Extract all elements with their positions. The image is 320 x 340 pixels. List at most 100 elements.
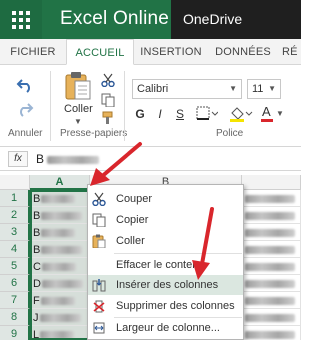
tab-home[interactable]: ACCUEIL [66, 39, 134, 65]
cell-text: J [33, 312, 39, 324]
cell-text: F [33, 295, 40, 307]
tab-file[interactable]: FICHIER [4, 39, 62, 65]
italic-button[interactable]: I [152, 105, 168, 123]
menu-item-label: Copier [116, 214, 149, 226]
row-header[interactable]: 9 [0, 326, 30, 340]
redacted-text [245, 212, 295, 221]
cell-text: C [33, 261, 41, 273]
group-divider [50, 71, 51, 141]
cell-c[interactable] [242, 258, 301, 275]
redacted-text [40, 297, 75, 306]
font-color-button[interactable]: A ▼ [260, 104, 286, 123]
borders-icon [196, 106, 219, 120]
row-header[interactable]: 4 [0, 241, 30, 258]
app-title[interactable]: Excel Online [60, 8, 169, 30]
tab-data[interactable]: DONNÉES [213, 39, 273, 65]
menu-item-insert-columns[interactable]: Insérer des colonnes [88, 275, 243, 295]
waffle-icon [12, 10, 30, 29]
select-all-corner[interactable] [0, 175, 30, 190]
insert-columns-icon [92, 279, 106, 292]
redacted-text [245, 263, 295, 272]
cell-a[interactable]: L [30, 326, 90, 340]
onedrive-link[interactable]: OneDrive [171, 0, 301, 39]
cell-c[interactable] [242, 190, 301, 207]
cell-a[interactable]: J [30, 309, 90, 326]
column-header-a[interactable]: A [30, 175, 90, 190]
cell-a[interactable]: B [30, 190, 90, 207]
undo-icon[interactable] [16, 77, 34, 93]
menu-item-label: Coller [116, 235, 145, 247]
cell-a[interactable]: B [30, 224, 90, 241]
redacted-text [245, 195, 295, 204]
cell-a[interactable]: B [30, 241, 90, 258]
bold-button[interactable]: G [132, 105, 148, 123]
cell-text: B [33, 244, 41, 256]
row-header[interactable]: 1 [0, 190, 30, 207]
menu-item-clear-contents[interactable]: Effacer le contenu [88, 255, 243, 275]
redacted-text [245, 246, 295, 255]
tab-insert[interactable]: INSERTION [138, 39, 204, 65]
row-header[interactable]: 5 [0, 258, 30, 275]
redacted-text [245, 229, 295, 238]
formula-value-prefix: B [36, 152, 45, 166]
menu-item-delete-columns[interactable]: Supprimer des colonnes [88, 296, 243, 316]
borders-button[interactable] [194, 105, 220, 123]
menu-item-paste[interactable]: Coller [88, 231, 243, 251]
cell-c[interactable] [242, 241, 301, 258]
formula-input[interactable]: B [36, 152, 100, 166]
row-header[interactable]: 7 [0, 292, 30, 309]
cell-text: B [33, 227, 41, 239]
insert-function-button[interactable]: fx [8, 151, 28, 167]
cell-text: D [33, 278, 41, 290]
redacted-text [47, 155, 100, 164]
font-name-select[interactable]: Calibri ▼ [132, 79, 242, 99]
cell-a[interactable]: C [30, 258, 90, 275]
font-group-label: Police [216, 128, 244, 139]
redacted-text [245, 314, 295, 323]
group-divider [124, 71, 125, 141]
row-header[interactable]: 2 [0, 207, 30, 224]
paste-button[interactable]: Coller [64, 103, 93, 115]
redacted-text [41, 229, 76, 238]
cell-text: B [33, 193, 41, 205]
menu-item-label: Largeur de colonne... [116, 322, 220, 334]
column-header-c[interactable] [242, 175, 301, 190]
menu-item-column-width[interactable]: Largeur de colonne... [88, 318, 243, 338]
app-launcher-button[interactable] [0, 0, 42, 39]
font-size-select[interactable]: 11 ▼ [247, 79, 281, 99]
cell-c[interactable] [242, 326, 301, 340]
context-menu: Couper Copier Coller Effacer le contenu … [87, 184, 244, 340]
ribbon: Annuler Coller ▼ Presse-papiers Calibri … [0, 65, 301, 147]
menu-item-copy[interactable]: Copier [88, 210, 243, 230]
tab-review[interactable]: RÉ [282, 39, 301, 65]
menu-item-label: Insérer des colonnes [116, 279, 219, 291]
menu-item-cut[interactable]: Couper [88, 189, 243, 209]
row-header[interactable]: 8 [0, 309, 30, 326]
cell-text: B [33, 210, 41, 222]
chevron-down-icon: ▼ [229, 84, 237, 93]
column-width-icon [93, 322, 105, 334]
cut-icon[interactable] [101, 73, 115, 87]
copy-icon[interactable] [101, 93, 115, 107]
cell-c[interactable] [242, 309, 301, 326]
paste-dropdown-icon[interactable]: ▼ [74, 117, 82, 126]
format-painter-icon[interactable] [101, 111, 115, 125]
cell-c[interactable] [242, 207, 301, 224]
paste-icon [92, 234, 106, 248]
cell-c[interactable] [242, 275, 301, 292]
copy-icon [92, 213, 106, 227]
redacted-text [41, 246, 83, 255]
paste-icon[interactable] [64, 71, 92, 101]
font-name-value: Calibri [137, 83, 169, 95]
cell-a[interactable]: F [30, 292, 90, 309]
row-header[interactable]: 3 [0, 224, 30, 241]
cell-a[interactable]: B [30, 207, 90, 224]
underline-button[interactable]: S [172, 105, 188, 123]
cell-c[interactable] [242, 224, 301, 241]
menu-item-label: Supprimer des colonnes [116, 300, 235, 312]
row-header[interactable]: 6 [0, 275, 30, 292]
redo-icon[interactable] [16, 101, 34, 117]
cell-a[interactable]: D [30, 275, 90, 292]
cell-c[interactable] [242, 292, 301, 309]
fill-color-button[interactable] [228, 105, 254, 123]
